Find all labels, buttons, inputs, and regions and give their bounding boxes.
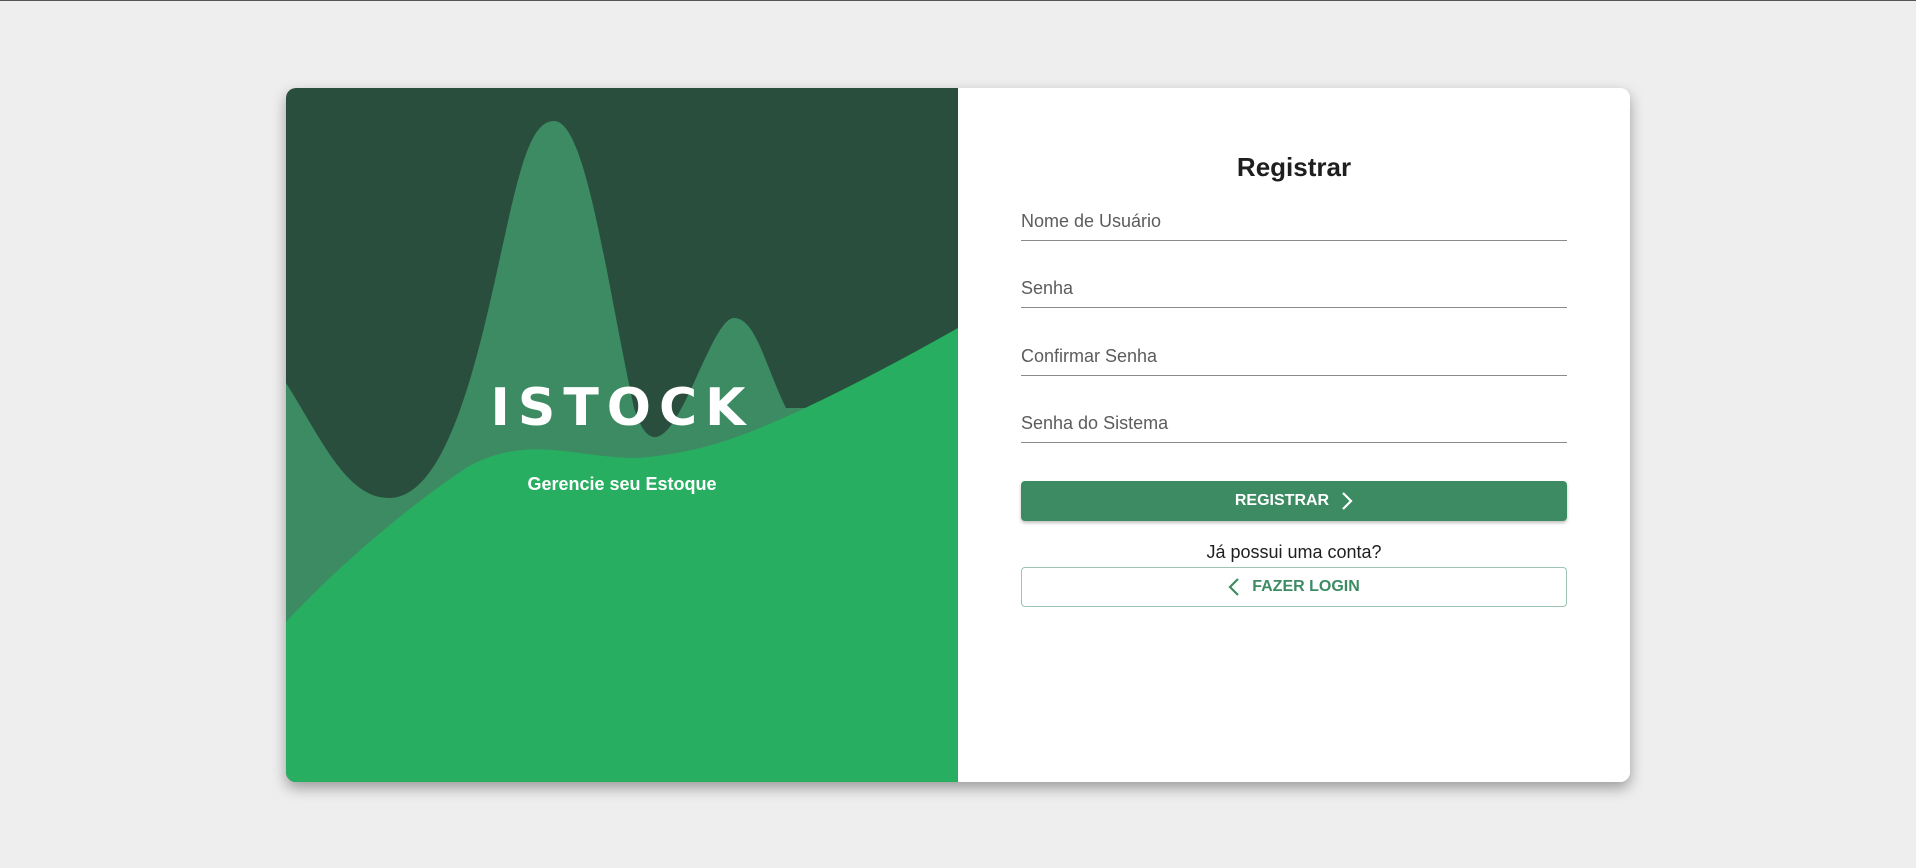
brand-tagline: Gerencie seu Estoque <box>527 474 717 494</box>
login-button-label: FAZER LOGIN <box>1252 578 1360 595</box>
register-card: ISTOCK Gerencie seu Estoque Registrar RE… <box>286 88 1630 782</box>
password-input[interactable] <box>1021 273 1567 303</box>
system-password-input[interactable] <box>1021 408 1567 438</box>
register-button[interactable]: REGISTRAR <box>1021 481 1567 521</box>
have-account-text: Já possui uma conta? <box>1206 542 1382 562</box>
username-field <box>1021 206 1567 241</box>
register-button-label: REGISTRAR <box>1234 492 1330 509</box>
confirm-password-field <box>1021 341 1567 376</box>
chevron-right-icon <box>1341 492 1353 510</box>
form-title: Registrar <box>1236 152 1352 182</box>
top-border <box>0 0 1916 1</box>
brand-logo-text: ISTOCK <box>490 378 754 438</box>
brand-panel: ISTOCK Gerencie seu Estoque <box>286 88 958 782</box>
confirm-password-input[interactable] <box>1021 341 1567 371</box>
chevron-left-icon <box>1228 578 1240 596</box>
login-button[interactable]: FAZER LOGIN <box>1021 567 1567 607</box>
username-input[interactable] <box>1021 206 1567 236</box>
system-password-field <box>1021 408 1567 443</box>
form-panel: Registrar REGISTRAR Já possui uma conta?… <box>958 88 1630 782</box>
password-field <box>1021 273 1567 308</box>
